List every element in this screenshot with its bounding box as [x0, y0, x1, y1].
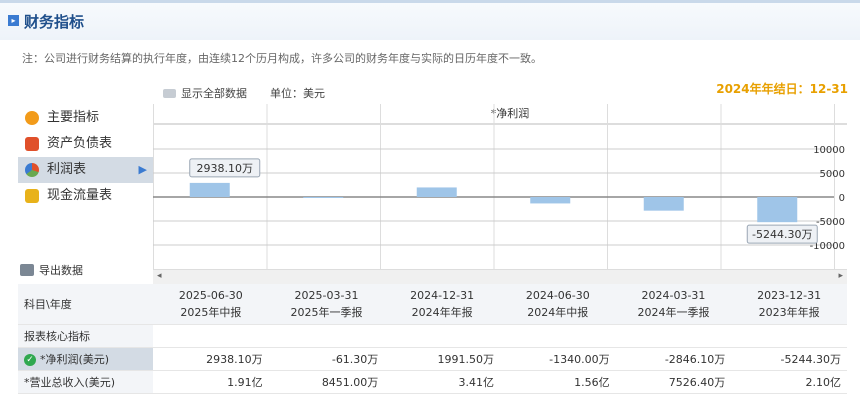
table-row[interactable]: ✓ *净利润(美元) 2938.10万 -61.30万 1991.50万 -134…	[18, 347, 847, 371]
table-cell: -2846.10万	[615, 347, 732, 371]
table-cell: 3.41亿	[384, 370, 500, 394]
table-row[interactable]: *营业总收入(美元) 1.91亿 8451.00万 3.41亿 1.56亿 75…	[18, 370, 847, 394]
comment-icon	[163, 88, 176, 98]
data-label: 2938.10万	[197, 162, 254, 175]
chart-background	[153, 104, 847, 269]
table-cell: -1340.00万	[499, 347, 616, 371]
menu-item-label: 现金流量表	[47, 188, 113, 203]
menu-item-label: 主要指标	[47, 110, 100, 125]
column-header[interactable]: 2024-06-30 2024年中报	[499, 284, 616, 325]
chart-svg: *净利润1000050000-5000-100002938.10万-5244.3…	[153, 104, 847, 269]
header-subject-year: 科目\年度	[18, 284, 153, 325]
export-icon	[20, 264, 34, 276]
bar	[757, 197, 798, 223]
y-tick-label: 10000	[813, 145, 845, 156]
bar	[643, 197, 684, 211]
table-cell: 7526.40万	[615, 370, 732, 394]
export-button[interactable]: 导出数据	[20, 262, 83, 278]
column-period: 2024年一季报	[637, 306, 710, 319]
menu-item-cash-flow[interactable]: 现金流量表	[18, 183, 153, 209]
table-cell: 2.10亿	[731, 370, 847, 394]
column-date: 2025-03-31	[294, 289, 359, 302]
column-header[interactable]: 2023-12-31 2023年年报	[731, 284, 847, 325]
y-tick-label: 5000	[820, 169, 845, 180]
row-label: *营业总收入(美元)	[18, 370, 153, 394]
section-label: 报表核心指标	[18, 324, 153, 348]
table-cell: 1.91亿	[153, 370, 269, 394]
y-tick-label: 0	[839, 193, 845, 204]
column-period: 2025年一季报	[290, 306, 363, 319]
data-label: -5244.30万	[752, 228, 812, 241]
column-period: 2023年年报	[758, 306, 820, 319]
table-cell: 2938.10万	[153, 347, 269, 371]
show-all-label: 显示全部数据	[181, 87, 247, 100]
fiscal-note: 注：公司进行财务结算的执行年度，由连续12个历月构成，许多公司的财务年度与实际的…	[22, 52, 542, 65]
column-header[interactable]: 2025-06-30 2025年中报	[153, 284, 269, 325]
column-date: 2023-12-31	[757, 289, 822, 302]
chart-title: *净利润	[491, 106, 530, 120]
collapse-icon[interactable]: ▸	[8, 15, 19, 26]
scroll-left-icon[interactable]: ◂	[157, 271, 162, 281]
y-tick-label: -5000	[816, 217, 845, 228]
table-cell: 8451.00万	[268, 370, 385, 394]
title-bar: ▸ 财务指标	[0, 0, 860, 40]
show-all-toggle[interactable]: 显示全部数据	[163, 85, 247, 101]
side-menu: 主要指标 资产负债表 利润表 ▶ 现金流量表	[18, 105, 153, 209]
column-date: 2025-06-30	[178, 289, 243, 302]
column-period: 2024年中报	[527, 306, 589, 319]
column-header[interactable]: 2025-03-31 2025年一季报	[268, 284, 385, 325]
chart-scrollbar[interactable]: ◂ ▸	[153, 269, 847, 284]
check-icon: ✓	[24, 354, 36, 366]
unit-label: 单位：美元	[270, 87, 325, 100]
bar	[303, 197, 344, 198]
menu-item-label: 利润表	[47, 162, 87, 177]
column-date: 2024-03-31	[641, 289, 706, 302]
scroll-right-icon[interactable]: ▸	[838, 271, 843, 281]
table-cell: -61.30万	[268, 347, 385, 371]
column-period: 2024年年报	[411, 306, 473, 319]
arrow-right-icon: ▶	[138, 163, 147, 176]
export-label: 导出数据	[39, 264, 83, 277]
menu-item-label: 资产负债表	[47, 136, 113, 151]
menu-item-income-statement[interactable]: 利润表 ▶	[18, 157, 153, 183]
page-title: 财务指标	[24, 13, 85, 31]
bar	[416, 187, 457, 197]
row-label-cell: ✓ *净利润(美元)	[18, 347, 153, 371]
table-cell: 1.56亿	[499, 370, 616, 394]
coins-icon	[25, 189, 39, 203]
net-profit-chart: *净利润 10000 5000 0 -5000 -10000 2938.10万 -5244.3…	[153, 104, 847, 269]
column-period: 2025年中报	[180, 306, 242, 319]
book-icon	[25, 137, 39, 151]
column-date: 2024-06-30	[525, 289, 590, 302]
column-header[interactable]: 2024-03-31 2024年一季报	[615, 284, 732, 325]
sun-icon	[25, 111, 39, 125]
menu-item-balance-sheet[interactable]: 资产负债表	[18, 131, 153, 157]
row-label: *净利润(美元)	[40, 353, 110, 366]
table-header-row: 科目\年度 2025-06-30 2025年中报 2025-03-31 2025年一…	[18, 284, 847, 325]
table-cell: -5244.30万	[731, 347, 847, 371]
pie-chart-icon	[25, 163, 39, 177]
bar	[189, 182, 230, 197]
fiscal-year-end: 2024年年结日：12-31	[716, 82, 848, 96]
financial-table: 科目\年度 2025-06-30 2025年中报 2025-03-31 2025年一…	[18, 284, 847, 394]
menu-item-main-indicators[interactable]: 主要指标	[18, 105, 153, 131]
column-header[interactable]: 2024-12-31 2024年年报	[384, 284, 500, 325]
table-section-row: 报表核心指标	[18, 324, 847, 348]
column-date: 2024-12-31	[410, 289, 475, 302]
table-cell: 1991.50万	[384, 347, 500, 371]
bar	[530, 197, 571, 204]
